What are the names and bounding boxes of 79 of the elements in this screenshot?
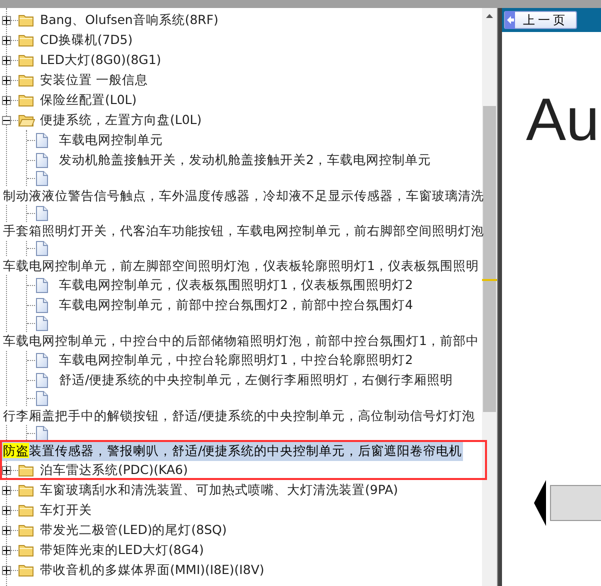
folder-icon xyxy=(18,483,35,497)
tree-folder[interactable]: LED大灯(8G0)(8G1) xyxy=(39,50,162,70)
tree-item[interactable]: 发动机舱盖接触开关，发动机舱盖接触开关2，车载电网控制单元 xyxy=(58,150,432,170)
document-icon xyxy=(36,132,48,148)
left-triangle-icon[interactable] xyxy=(534,480,546,526)
document-icon xyxy=(36,278,48,292)
tree-item[interactable]: 车载电网控制单元，前部中控台氛围灯2，前部中控台氛围灯4 xyxy=(58,296,414,314)
expand-toggle[interactable] xyxy=(2,526,11,534)
tree-item[interactable]: 车载电网控制单元 xyxy=(58,130,164,150)
folder-icon xyxy=(18,113,35,127)
tree-item-text[interactable]: 车载电网控制单元，中控台中的后部储物箱照明灯泡，前部中控台氛围灯1，前部中 xyxy=(2,332,480,350)
folder-icon xyxy=(18,53,35,67)
expand-toggle[interactable] xyxy=(2,566,11,574)
scrollbar-thumb[interactable] xyxy=(483,106,496,412)
tree-folder[interactable]: 保险丝配置(L0L) xyxy=(39,90,138,110)
tree-folder[interactable]: 安装位置 一般信息 xyxy=(39,70,149,90)
tree-folder[interactable]: 车灯开关 xyxy=(39,500,93,520)
tree-folder[interactable]: 便捷系统，左置方向盘(L0L) xyxy=(39,110,203,130)
back-button[interactable]: 上一页 xyxy=(504,11,577,29)
expand-toggle[interactable] xyxy=(2,16,11,24)
tree-folder[interactable]: 带矩阵光束的LED大灯(8G4) xyxy=(39,540,205,560)
folder-icon xyxy=(18,523,35,537)
plus-icon xyxy=(3,36,10,44)
tree-item-text[interactable]: 车载电网控制单元，前左脚部空间照明灯泡，仪表板轮廓照明灯1，仪表板氛围照明 xyxy=(2,256,480,276)
document-icon xyxy=(36,372,48,388)
tree-folder[interactable]: CD换碟机(7D5) xyxy=(39,30,134,50)
scrollbar[interactable] xyxy=(482,8,497,586)
tree-item[interactable]: 车载电网控制单元，仪表板氛围照明灯1，仪表板氛围照明灯2 xyxy=(58,276,414,294)
expand-toggle[interactable] xyxy=(2,466,11,474)
scroll-up-icon[interactable] xyxy=(486,14,493,18)
folder-icon xyxy=(18,73,35,87)
tree-item[interactable]: 舒适/便捷系统的中央控制单元，左侧行李厢照明灯，右侧行李厢照明 xyxy=(58,370,454,390)
collapse-toggle[interactable] xyxy=(2,116,11,124)
plus-icon xyxy=(3,486,10,494)
document-icon xyxy=(36,316,48,331)
plus-icon xyxy=(3,16,10,24)
document-icon xyxy=(36,152,48,168)
plus-icon xyxy=(3,76,10,84)
tree-folder[interactable]: Bang、Olufsen音响系统(8RF) xyxy=(39,10,220,30)
expand-toggle[interactable] xyxy=(2,76,11,84)
document-icon xyxy=(36,426,48,441)
plus-icon xyxy=(3,526,10,534)
plus-icon xyxy=(3,546,10,554)
folder-icon xyxy=(18,463,35,477)
tree-item-text[interactable]: 制动液液位警告信号触点，车外温度传感器，冷却液不足显示传感器，车窗玻璃清洗 xyxy=(2,186,485,206)
expand-toggle[interactable] xyxy=(2,546,11,554)
page-bar xyxy=(550,485,601,521)
document-icon xyxy=(36,241,48,256)
plus-icon xyxy=(3,506,10,514)
search-hit-marker xyxy=(482,279,497,281)
folder-icon xyxy=(18,13,35,27)
tree-folder[interactable]: 带收音机的多媒体界面(MMI)(I8E)(I8V) xyxy=(39,560,266,580)
expand-toggle[interactable] xyxy=(2,36,11,44)
expand-toggle[interactable] xyxy=(2,486,11,494)
tree-item-text[interactable]: 手套箱照明灯开关，代客泊车功能按钮，车载电网控制单元，前右脚部空间照明灯泡 xyxy=(2,222,485,240)
plus-icon xyxy=(3,56,10,64)
expand-toggle[interactable] xyxy=(2,506,11,514)
tree-item-text[interactable]: 防盗装置传感器，警报喇叭，舒适/便捷系统的中央控制单元，后窗遮阳卷帘电机 xyxy=(2,442,464,460)
page-heading: Au xyxy=(526,90,600,150)
plus-icon xyxy=(3,566,10,574)
tree-folder[interactable]: 带发光二极管(LED)的尾灯(8SQ) xyxy=(39,520,228,540)
document-icon xyxy=(36,171,48,186)
plus-icon xyxy=(3,466,10,474)
document-icon xyxy=(36,298,48,312)
expand-toggle[interactable] xyxy=(2,96,11,104)
folder-icon xyxy=(18,33,35,47)
expand-toggle[interactable] xyxy=(2,56,11,64)
document-icon xyxy=(36,206,48,221)
folder-icon xyxy=(18,93,35,107)
document-icon xyxy=(36,391,48,406)
folder-icon xyxy=(18,563,35,577)
tree-folder[interactable]: 车窗玻璃刮水和清洗装置、可加热式喷嘴、大灯清洗装置(9PA) xyxy=(39,480,399,500)
folder-icon xyxy=(18,543,35,557)
plus-icon xyxy=(3,96,10,104)
folder-icon xyxy=(18,503,35,517)
tree-folder[interactable]: 泊车雷达系统(PDC)(KA6) xyxy=(39,460,189,480)
tree-item-text[interactable]: 行李厢盖把手中的解锁按钮，舒适/便捷系统的中央控制单元，高位制动信号灯灯泡 xyxy=(2,406,476,426)
tree-item[interactable]: 车载电网控制单元，中控台轮廓照明灯1，中控台轮廓照明灯2 xyxy=(58,350,414,370)
document-icon xyxy=(36,352,48,368)
